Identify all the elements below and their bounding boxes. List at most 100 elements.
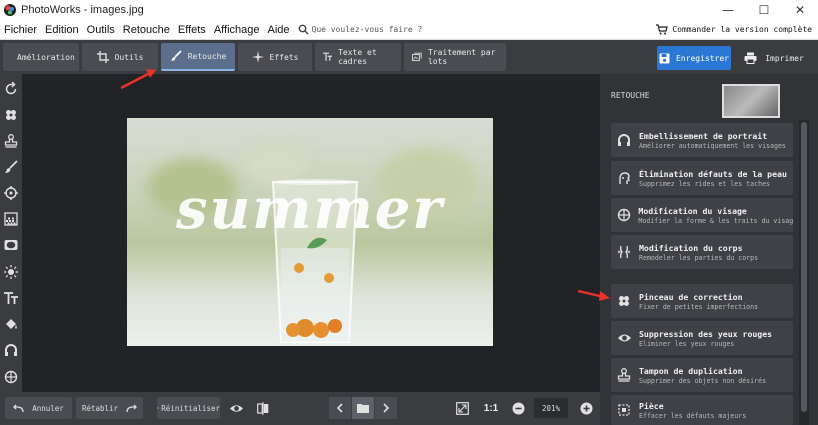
zoom-in-button[interactable] xyxy=(575,397,597,419)
tool-modification-visage[interactable]: Modification du visage Modifier la forme … xyxy=(611,198,793,232)
tool-title: Modification du corps xyxy=(639,242,743,253)
maximize-button[interactable]: ☐ xyxy=(746,0,782,20)
cart-icon xyxy=(656,24,669,35)
brush-icon xyxy=(170,50,182,61)
stamp-tool[interactable] xyxy=(3,133,19,149)
vignette-icon xyxy=(4,240,18,250)
zoom-value[interactable]: 201% xyxy=(534,398,568,418)
save-button[interactable]: Enregistrer xyxy=(657,46,731,70)
portrait-icon xyxy=(618,134,630,146)
order-label: Commander la version complète xyxy=(672,25,812,34)
prev-image-button[interactable] xyxy=(329,397,351,419)
tab-label: Traitement par lots xyxy=(427,48,496,66)
tool-title: Modification du visage xyxy=(638,205,747,216)
rotate-icon xyxy=(5,82,17,95)
zoom-out-button[interactable] xyxy=(507,397,529,419)
compare-toggle[interactable] xyxy=(252,397,274,419)
sun-icon xyxy=(4,265,18,279)
tool-elimination-defauts-peau[interactable]: Élimination défauts de la peau Supprimez … xyxy=(611,161,793,195)
tab-texte-cadres[interactable]: Texte et cadres xyxy=(315,43,401,71)
tab-effets[interactable]: Effets xyxy=(238,43,312,71)
print-button[interactable]: Imprimer xyxy=(738,46,810,70)
tool-title: Suppression des yeux rouges xyxy=(639,328,773,339)
patch-icon xyxy=(618,404,630,416)
paint-bucket-icon xyxy=(6,319,17,329)
portrait-tool[interactable] xyxy=(3,342,19,358)
sparkle-icon xyxy=(251,51,264,63)
tool-description: Eliminer les yeux rouges xyxy=(639,339,735,348)
tool-tampon-duplication[interactable]: Tampon de duplication Supprimer des objet… xyxy=(611,358,793,392)
menu-fichier[interactable]: Fichier xyxy=(0,24,41,36)
tab-label: Effets xyxy=(269,52,299,62)
tool-description: Modifier la forme & les traits du visage xyxy=(638,216,793,225)
eye-icon xyxy=(229,404,243,412)
fit-screen-button[interactable] xyxy=(451,397,473,419)
tool-suppression-yeux-rouges[interactable]: Suppression des yeux rouges Eliminer les … xyxy=(611,321,793,355)
focus-tool[interactable] xyxy=(3,185,19,201)
undo-button[interactable]: Annuler xyxy=(5,397,72,419)
menu-affichage[interactable]: Affichage xyxy=(210,24,264,36)
minus-circle-icon xyxy=(512,402,524,414)
brush-tool[interactable] xyxy=(3,159,19,175)
body-icon xyxy=(617,245,631,259)
stamp-icon xyxy=(4,134,18,148)
target-icon xyxy=(4,186,18,200)
healing-brush-icon xyxy=(619,296,629,306)
bandage-tool[interactable] xyxy=(3,107,19,123)
plus-circle-icon xyxy=(580,402,592,414)
menu-outils[interactable]: Outils xyxy=(83,24,119,36)
actual-size-button[interactable]: 1:1 xyxy=(482,398,500,418)
tool-modification-corps[interactable]: Modification du corps Remodeler les parti… xyxy=(611,235,793,269)
redo-button[interactable]: Rétablir xyxy=(76,397,143,419)
gradient-tool[interactable] xyxy=(3,211,19,227)
tool-title: Embellissement de portrait xyxy=(639,130,768,141)
tool-embellissement-portrait[interactable]: Embellissement de portrait Améliorer auto… xyxy=(611,123,793,157)
fit-screen-icon xyxy=(455,401,469,415)
chevron-right-icon xyxy=(383,403,390,413)
face-icon xyxy=(617,208,630,222)
menu-retouche[interactable]: Retouche xyxy=(119,24,174,36)
close-button[interactable]: ✕ xyxy=(782,0,818,20)
tool-description: Remodeler les parties du corps xyxy=(639,253,759,262)
face-tool[interactable] xyxy=(3,369,19,385)
next-image-button[interactable] xyxy=(375,397,397,419)
tool-pinceau-correction[interactable]: Pinceau de correction Fixer de petites im… xyxy=(611,284,793,318)
text-tool[interactable] xyxy=(3,290,19,306)
tool-title: Élimination défauts de la peau xyxy=(639,168,787,179)
menu-aide[interactable]: Aide xyxy=(263,24,293,36)
printer-icon xyxy=(744,52,757,64)
chevron-left-icon xyxy=(336,403,343,413)
tool-piece[interactable]: Pièce Effacer les défauts majeurs xyxy=(611,395,793,425)
reset-button[interactable]: Réinitialiser xyxy=(157,397,220,419)
photo-preview[interactable]: summer xyxy=(127,118,493,346)
tab-retouche[interactable]: Retouche xyxy=(161,43,235,71)
menu-edition[interactable]: Edition xyxy=(41,24,83,36)
vignette-tool[interactable] xyxy=(3,237,19,253)
preview-toggle[interactable] xyxy=(225,397,247,419)
tab-label: Retouche xyxy=(187,51,227,61)
app-logo-icon xyxy=(4,4,16,16)
tab-traitement-lots[interactable]: Traitement par lots xyxy=(404,43,506,71)
folder-icon xyxy=(357,404,369,413)
menu-effets[interactable]: Effets xyxy=(174,24,210,36)
open-folder-button[interactable] xyxy=(352,397,374,419)
light-tool[interactable] xyxy=(3,264,19,280)
redo-icon xyxy=(126,404,137,412)
save-label: Enregistrer xyxy=(676,53,729,63)
batch-icon xyxy=(412,52,422,62)
search-icon xyxy=(298,24,309,35)
brush-icon xyxy=(5,160,18,173)
undo-icon xyxy=(13,404,24,412)
eye-icon xyxy=(617,334,631,342)
panel-scrollbar-thumb[interactable] xyxy=(801,122,807,412)
print-label: Imprimer xyxy=(765,53,804,63)
rotate-tool[interactable] xyxy=(3,81,19,97)
fill-tool[interactable] xyxy=(3,316,19,332)
menu-search[interactable]: Que voulez-vous faire ? xyxy=(298,24,422,35)
tab-amelioration[interactable]: Amélioration xyxy=(3,43,79,71)
minimize-button[interactable]: — xyxy=(710,0,746,20)
order-link[interactable]: Commander la version complète xyxy=(656,24,818,35)
tab-label: Texte et cadres xyxy=(338,48,377,66)
menu-bar: Fichier Edition Outils Retouche Effets A… xyxy=(0,20,818,40)
panel-title: RETOUCHE xyxy=(611,91,650,100)
